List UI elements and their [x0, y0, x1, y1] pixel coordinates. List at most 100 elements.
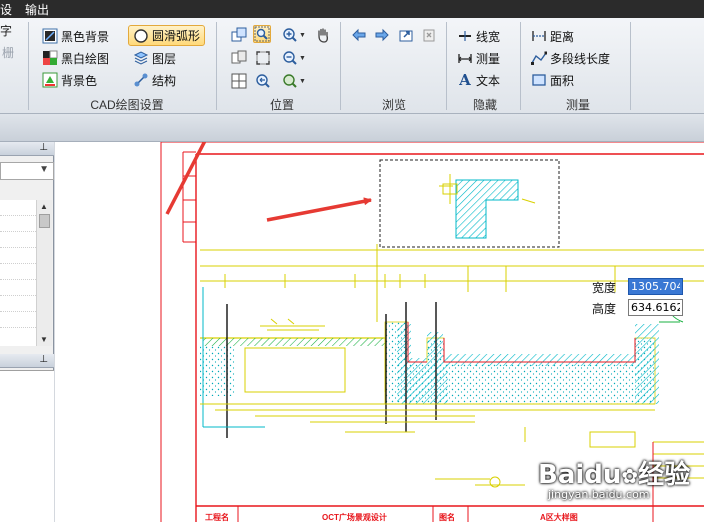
folder-arrow-icon [398, 27, 414, 43]
title-cell-project-label: 工程名 [205, 513, 229, 522]
panel-lower-area [0, 370, 54, 522]
zoom-previous-icon [255, 73, 271, 89]
polyline-icon [531, 50, 547, 66]
zoom-out-button[interactable]: ▼ [282, 49, 306, 67]
left-panel: ⊥ ▼ ▲ ▼ ⊥ [0, 142, 54, 522]
text-toggle-button[interactable]: A 文本 [457, 70, 500, 90]
panel-scrollbar[interactable]: ▲ ▼ [36, 200, 52, 346]
position-group-title: 位置 [269, 98, 294, 112]
area-label: 面积 [550, 73, 575, 88]
extents-icon [255, 50, 271, 66]
panel-header: ⊥ [0, 354, 54, 368]
zoom-window-icon [254, 26, 270, 42]
menu-output[interactable]: 输出 [25, 1, 49, 18]
previous-button[interactable] [350, 26, 368, 44]
bw-drawing-icon [42, 50, 58, 66]
zoom-extents-button[interactable] [254, 49, 272, 67]
group-separator [520, 22, 521, 110]
scroll-up-icon[interactable]: ▲ [40, 202, 48, 211]
watermark-cn: 经验 [638, 460, 691, 490]
list-item[interactable] [0, 216, 36, 232]
panel-combo[interactable]: ▼ [0, 162, 54, 180]
list-item[interactable] [0, 296, 36, 312]
menu-settings[interactable]: 设 [0, 1, 12, 18]
height-label: 高度 [592, 302, 617, 316]
next-button[interactable] [373, 26, 391, 44]
hide-group-title: 隐藏 [472, 98, 497, 112]
measure-group-title: 测量 [565, 98, 590, 112]
close-file-icon [421, 27, 437, 43]
list-item[interactable] [0, 312, 36, 328]
pin-icon[interactable]: ⊥ [39, 142, 48, 153]
zoom-realtime-button[interactable]: ▼ [282, 72, 306, 90]
watermark-url: jingyan.baidu.com [548, 488, 650, 501]
panel-list[interactable] [0, 200, 36, 346]
zoom-window-button[interactable] [253, 25, 271, 43]
grid-view-button[interactable] [230, 72, 248, 90]
group-separator [216, 22, 217, 110]
polyline-length-label: 多段线长度 [550, 51, 611, 66]
open-folder-button[interactable] [397, 26, 415, 44]
arrow-left-icon [351, 27, 367, 43]
menu-bar: 设 输出 [0, 0, 704, 18]
distance-icon [531, 28, 547, 44]
list-item[interactable] [0, 264, 36, 280]
list-item[interactable] [0, 200, 36, 216]
cad-group-title: CAD绘图设置 [90, 98, 164, 112]
line-width-icon [457, 28, 473, 44]
area-button[interactable]: 面积 [531, 70, 574, 90]
group-separator [446, 22, 447, 110]
windows-icon [231, 27, 247, 43]
chevron-down-icon: ▼ [299, 77, 306, 85]
pin-icon[interactable]: ⊥ [39, 354, 48, 365]
close-file-button[interactable] [420, 26, 438, 44]
layers-button[interactable]: 图层 [133, 48, 176, 68]
ribbon-bottom-band [0, 114, 704, 142]
pan-button[interactable] [314, 26, 332, 44]
grid-icon [231, 73, 247, 89]
background-color-label: 背景色 [61, 73, 98, 88]
line-width-label: 线宽 [476, 29, 501, 44]
zoom-in-icon [282, 27, 298, 43]
smooth-arc-button[interactable]: 圆滑弧形 [128, 25, 206, 46]
measure-toggle-button[interactable]: 测量 [457, 48, 500, 68]
group-separator [340, 22, 341, 110]
ruler-icon [457, 50, 473, 66]
letter-a-icon: A [459, 70, 471, 89]
panel-header: ⊥ [0, 142, 54, 156]
polyline-length-button[interactable]: 多段线长度 [531, 48, 610, 68]
scroll-thumb[interactable] [39, 214, 50, 228]
height-value-field[interactable] [628, 299, 683, 316]
measure-toggle-label: 测量 [476, 51, 501, 66]
distance-button[interactable]: 距离 [531, 26, 574, 46]
ribbon-fragment-label-disabled: 栅 [2, 46, 15, 60]
paw-icon: ✿ [621, 464, 639, 488]
area-icon [531, 72, 547, 88]
width-value-field[interactable] [628, 278, 683, 295]
zoom-previous-button[interactable] [254, 72, 272, 90]
background-color-button[interactable]: 背景色 [42, 70, 97, 90]
smooth-arc-label: 圆滑弧形 [152, 29, 201, 43]
watermark-brand: Baidu [538, 460, 622, 490]
width-label: 宽度 [592, 281, 617, 295]
scroll-down-icon[interactable]: ▼ [40, 335, 48, 344]
zoom-in-button[interactable]: ▼ [282, 26, 306, 44]
move-window-button[interactable] [230, 26, 248, 44]
zoom-realtime-icon [282, 73, 298, 89]
zoom-out-icon [282, 50, 298, 66]
black-background-icon [42, 28, 58, 44]
structure-button[interactable]: 结构 [133, 70, 176, 90]
list-item[interactable] [0, 280, 36, 296]
copy-view-button[interactable] [230, 49, 248, 67]
list-item[interactable] [0, 232, 36, 248]
line-width-button[interactable]: 线宽 [457, 26, 500, 46]
chevron-down-icon: ▼ [39, 164, 49, 175]
title-cell-drawing-label: 图名 [439, 513, 455, 522]
list-item[interactable] [0, 248, 36, 264]
bw-drawing-label: 黑白绘图 [61, 51, 110, 66]
bw-drawing-button[interactable]: 黑白绘图 [42, 48, 109, 68]
distance-label: 距离 [550, 29, 575, 44]
black-background-button[interactable]: 黑色背景 [42, 26, 109, 46]
layers-icon [133, 50, 149, 66]
ribbon-fragment-label[interactable]: 字 [0, 22, 12, 39]
